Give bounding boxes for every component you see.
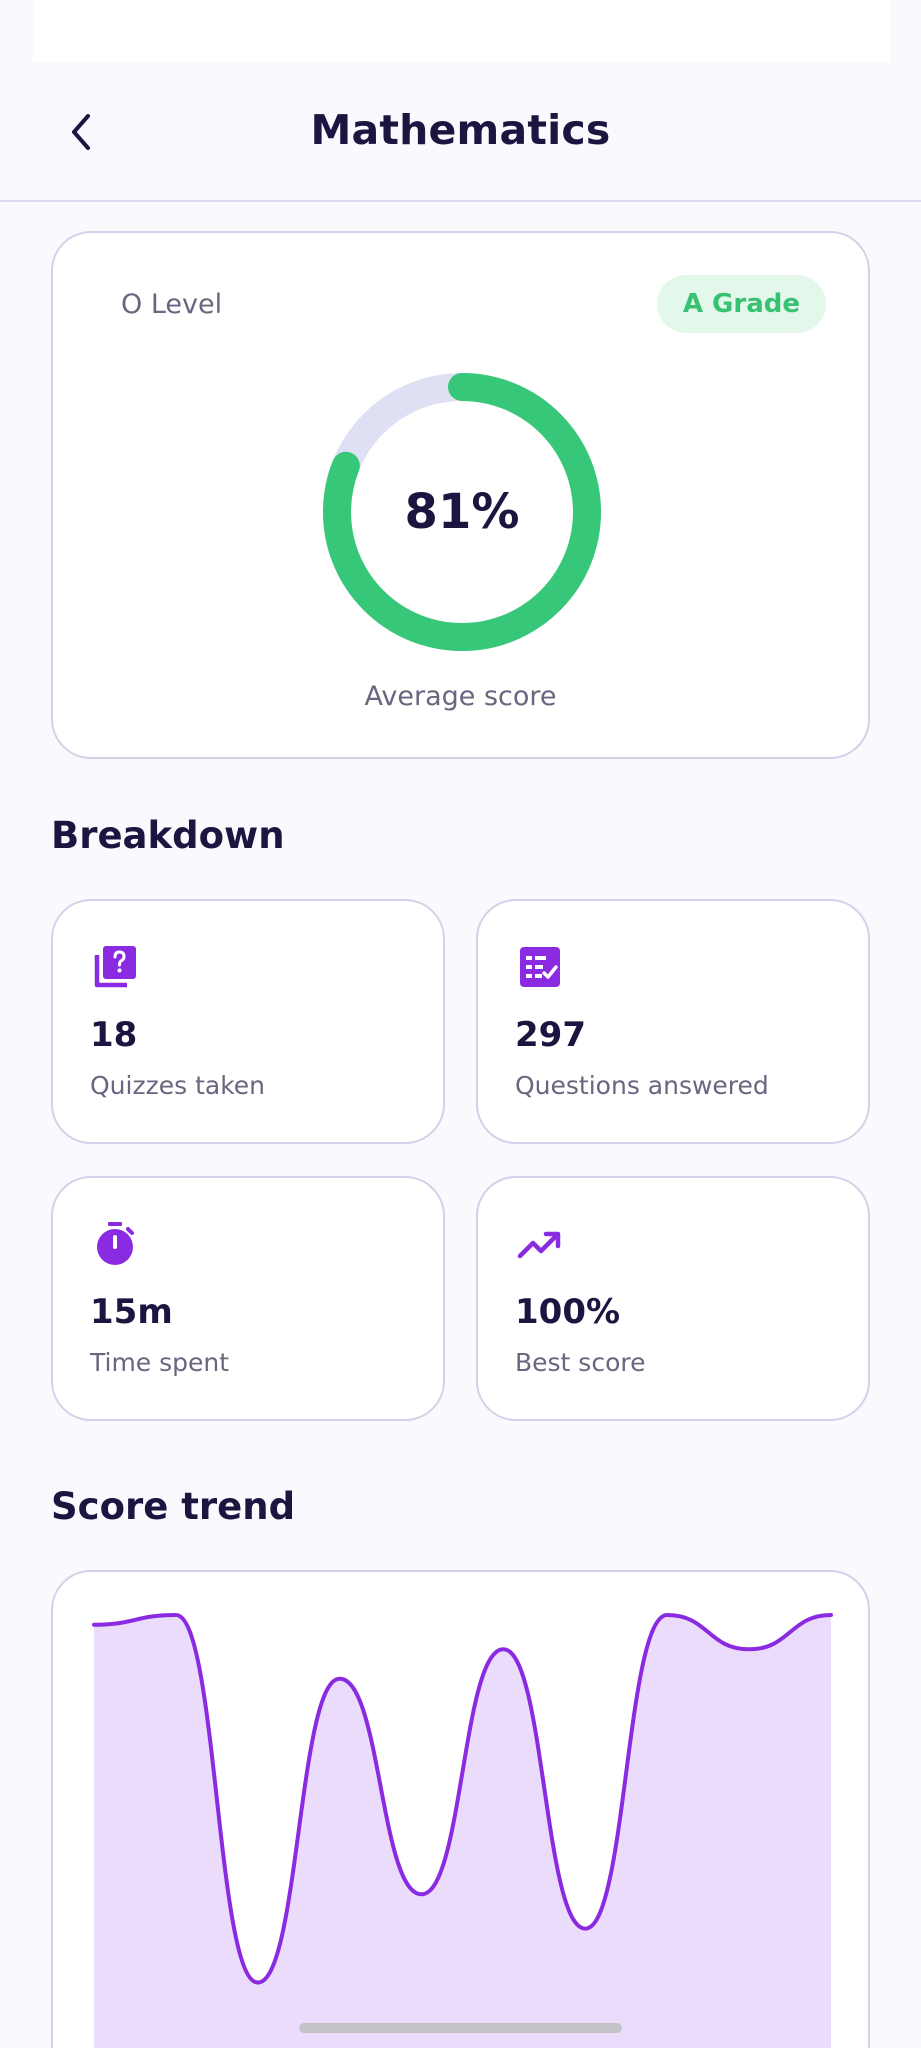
home-indicator xyxy=(299,2023,622,2033)
stat-card-time[interactable]: 15m Time spent xyxy=(51,1176,445,1421)
page-title: Mathematics xyxy=(310,106,611,154)
stat-card-questions[interactable]: 297 Questions answered xyxy=(476,899,870,1144)
stat-label: Time spent xyxy=(90,1348,230,1377)
level-label: O Level xyxy=(121,289,223,320)
stat-value: 18 xyxy=(90,1015,138,1055)
stat-value: 15m xyxy=(90,1292,173,1332)
stopwatch-icon xyxy=(97,1222,134,1265)
stat-value: 100% xyxy=(515,1292,621,1332)
score-trend-area xyxy=(94,1615,831,2048)
breakdown-title: Breakdown xyxy=(51,814,285,857)
score-trend-chart xyxy=(92,1613,833,2048)
stat-label: Quizzes taken xyxy=(90,1071,265,1100)
trending-up-icon xyxy=(517,1231,561,1259)
score-trend-title: Score trend xyxy=(51,1485,296,1528)
average-score-value: 81% xyxy=(404,484,520,540)
average-score-card: O Level A Grade 81% Average score xyxy=(51,231,870,759)
stat-value: 297 xyxy=(515,1015,586,1055)
app-header: Mathematics xyxy=(0,62,921,202)
checklist-icon xyxy=(520,947,560,987)
stat-label: Questions answered xyxy=(515,1071,769,1100)
average-score-caption: Average score xyxy=(364,681,557,712)
stat-card-quizzes[interactable]: 18 Quizzes taken xyxy=(51,899,445,1144)
grade-badge: A Grade xyxy=(656,275,826,333)
score-trend-card xyxy=(51,1570,870,2048)
stat-card-best-score[interactable]: 100% Best score xyxy=(476,1176,870,1421)
status-bar xyxy=(33,0,890,62)
quiz-icon xyxy=(94,946,136,988)
stat-label: Best score xyxy=(515,1348,646,1377)
